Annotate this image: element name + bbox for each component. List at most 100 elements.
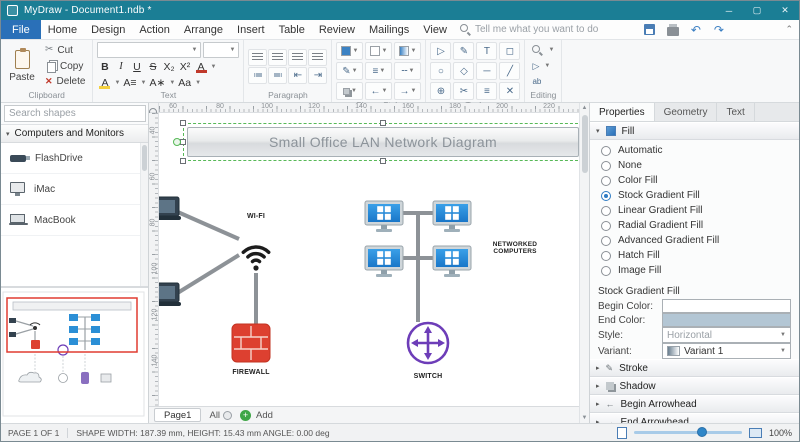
fill-option-stock-gradient[interactable]: Stock Gradient Fill <box>590 188 799 203</box>
font-family-combo[interactable]: ▼ <box>97 42 201 58</box>
fill-option-hatch[interactable]: Hatch Fill <box>590 248 799 263</box>
radio-icon[interactable] <box>601 161 611 171</box>
radio-icon[interactable] <box>601 266 611 276</box>
pen-tool-button[interactable]: ✎ <box>453 42 474 60</box>
print-button[interactable] <box>663 21 683 38</box>
line-width-button[interactable]: ≡▼ <box>365 62 392 80</box>
scroll-up-icon[interactable]: ▲ <box>582 103 588 113</box>
radio-icon[interactable] <box>601 146 611 156</box>
justify-button[interactable] <box>308 49 327 66</box>
selection-handle[interactable] <box>380 158 386 164</box>
page-tab[interactable]: Page1 <box>154 408 201 422</box>
select-button[interactable]: ▷▼ <box>529 59 557 74</box>
all-pages-button[interactable]: All <box>206 410 235 421</box>
scrollbar-thumb[interactable] <box>582 115 588 173</box>
bullet-list-button[interactable]: ≔ <box>248 67 267 84</box>
fill-option-advanced-gradient[interactable]: Advanced Gradient Fill <box>590 233 799 248</box>
shadow-button[interactable]: ▼ <box>336 82 363 100</box>
fill-section-header[interactable]: ▾ Fill <box>590 122 799 140</box>
pointer-tool-button[interactable]: ▷ <box>430 42 451 60</box>
chevron-down-icon[interactable]: ▼ <box>195 80 201 86</box>
increase-indent-button[interactable]: ⇥ <box>308 67 327 84</box>
list-item[interactable]: MacBook <box>1 205 148 236</box>
fill-option-automatic[interactable]: Automatic <box>590 143 799 158</box>
stroke-color-button[interactable]: ▼ <box>365 42 392 60</box>
chevron-down-icon[interactable]: ▼ <box>114 80 120 86</box>
canvas-scrollbar[interactable]: ▲ ▼ <box>579 103 589 423</box>
fill-option-none[interactable]: None <box>590 158 799 173</box>
zoom-slider-handle[interactable] <box>697 427 707 437</box>
search-shapes-input[interactable] <box>4 105 146 122</box>
connector-tool-button[interactable]: ╱ <box>499 62 520 80</box>
paste-button[interactable]: Paste <box>5 42 39 90</box>
menu-review[interactable]: Review <box>312 20 362 39</box>
end-color-swatch[interactable] <box>662 313 791 327</box>
selection-handle[interactable] <box>180 158 186 164</box>
maximize-icon[interactable]: ▢ <box>743 1 771 20</box>
change-case-button[interactable]: Aa <box>176 75 193 90</box>
stroke-style-button[interactable]: ✎▼ <box>336 62 363 80</box>
numbered-list-button[interactable]: ≕ <box>268 67 287 84</box>
fill-color-button[interactable]: ▼ <box>336 42 363 60</box>
collapse-ribbon-button[interactable]: ⌃ <box>785 20 793 39</box>
superscript-button[interactable]: X² <box>178 59 193 74</box>
tell-me-search[interactable] <box>460 20 630 39</box>
find-button[interactable]: ▼ <box>529 43 557 58</box>
fill-option-image[interactable]: Image Fill <box>590 263 799 278</box>
menu-arrange[interactable]: Arrange <box>177 20 230 39</box>
format-tool-button[interactable]: ≡ <box>476 82 497 100</box>
align-center-button[interactable] <box>268 49 287 66</box>
menu-design[interactable]: Design <box>84 20 132 39</box>
close-icon[interactable]: ✕ <box>771 1 799 20</box>
add-page-label[interactable]: Add <box>256 410 273 421</box>
radio-icon[interactable] <box>601 206 611 216</box>
cut-tool-button[interactable]: ✂ <box>453 82 474 100</box>
minimize-icon[interactable]: ─ <box>715 1 743 20</box>
radio-icon[interactable] <box>601 251 611 261</box>
diamond-tool-button[interactable]: ◇ <box>453 62 474 80</box>
cut-button[interactable]: ✂Cut <box>42 43 88 58</box>
style-combo[interactable]: Horizontal ▼ <box>662 327 791 343</box>
bold-button[interactable]: B <box>97 59 112 74</box>
selection-handle[interactable] <box>180 120 186 126</box>
insert-shape-button[interactable]: ⊕ <box>430 82 451 100</box>
line-tool-button[interactable]: ─ <box>476 62 497 80</box>
tab-properties[interactable]: Properties <box>590 103 655 121</box>
fit-window-icon[interactable] <box>749 428 762 438</box>
shape-section-header[interactable]: ▾ Computers and Monitors <box>1 125 148 143</box>
redo-button[interactable]: ↷ <box>709 21 729 38</box>
italic-button[interactable]: I <box>113 59 128 74</box>
radio-icon[interactable] <box>601 176 611 186</box>
file-menu-button[interactable]: File <box>1 20 41 39</box>
drawing-canvas[interactable]: WI-FI FIREWALL SWITCH NETWORKED COMPUTER… <box>159 113 579 406</box>
gradient-button[interactable]: ▼ <box>394 42 421 60</box>
shadow-section-header[interactable]: ▸ Shadow <box>590 377 799 395</box>
menu-insert[interactable]: Insert <box>230 20 272 39</box>
subscript-button[interactable]: X₂ <box>161 59 176 74</box>
variant-combo[interactable]: Variant 1 ▼ <box>662 343 791 359</box>
list-item[interactable]: FlashDrive <box>1 143 148 174</box>
ellipse-tool-button[interactable]: ○ <box>430 62 451 80</box>
menu-mailings[interactable]: Mailings <box>362 20 416 39</box>
add-page-icon[interactable]: + <box>240 410 251 421</box>
fill-option-linear-gradient[interactable]: Linear Gradient Fill <box>590 203 799 218</box>
save-button[interactable] <box>640 21 660 38</box>
begin-arrowhead-section-header[interactable]: ▸ ← Begin Arrowhead <box>590 395 799 413</box>
menu-home[interactable]: Home <box>41 20 84 39</box>
menu-action[interactable]: Action <box>132 20 177 39</box>
strikethrough-button[interactable]: S <box>145 59 160 74</box>
menu-table[interactable]: Table <box>272 20 312 39</box>
radio-icon[interactable] <box>601 236 611 246</box>
radio-checked-icon[interactable] <box>601 191 611 201</box>
erase-tool-button[interactable]: ✕ <box>499 82 520 100</box>
align-left-button[interactable] <box>248 49 267 66</box>
fill-option-color[interactable]: Color Fill <box>590 173 799 188</box>
font-color-button[interactable]: A <box>194 59 209 74</box>
dash-style-button[interactable]: ╌▼ <box>394 62 421 80</box>
list-item[interactable]: iMac <box>1 174 148 205</box>
replace-button[interactable]: ab <box>529 74 557 89</box>
chevron-down-icon[interactable]: ▼ <box>211 64 217 70</box>
zoom-slider[interactable] <box>634 431 742 434</box>
stroke-section-header[interactable]: ▸ ✎ Stroke <box>590 359 799 377</box>
pan-zoom-preview[interactable] <box>1 287 148 423</box>
